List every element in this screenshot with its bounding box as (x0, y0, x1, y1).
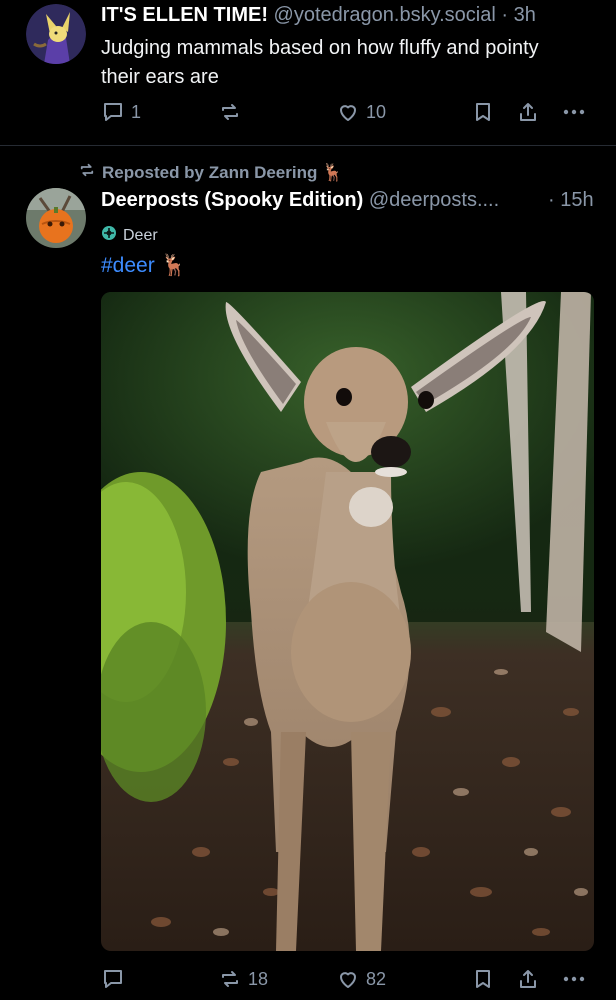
more-button[interactable] (561, 967, 587, 991)
share-icon (516, 100, 540, 124)
deer-photo (101, 292, 594, 951)
reply-button[interactable] (101, 967, 131, 991)
like-button[interactable]: 82 (336, 967, 386, 991)
reply-count: 1 (131, 101, 142, 122)
reply-icon (101, 100, 125, 124)
share-button[interactable] (516, 100, 540, 124)
post-text: #deer 🦌 (101, 254, 187, 278)
bookmark-button[interactable] (471, 967, 495, 991)
like-count: 10 (366, 101, 387, 122)
label-icon (101, 225, 117, 246)
repost-button[interactable] (218, 100, 248, 124)
post-actions: 18 82 (101, 967, 591, 997)
repost-icon (218, 967, 242, 991)
hashtag-link[interactable]: #deer (101, 254, 155, 277)
post-2[interactable]: Reposted by Zann Deering 🦌 Deerposts (Sp… (0, 146, 616, 1000)
handle[interactable]: @deerposts.... (369, 189, 499, 211)
like-button[interactable]: 10 (336, 100, 386, 124)
post-image[interactable] (101, 292, 594, 951)
post-text: Judging mammals based on how fluffy and … (101, 37, 539, 88)
reply-icon (101, 967, 125, 991)
repost-context[interactable]: Reposted by Zann Deering 🦌 (78, 161, 343, 184)
reposted-by-text: Reposted by Zann Deering 🦌 (102, 162, 344, 182)
like-icon (336, 967, 360, 991)
reply-button[interactable]: 1 (101, 100, 141, 124)
like-count: 82 (366, 968, 387, 989)
repost-icon (78, 161, 96, 184)
bookmark-icon (471, 100, 495, 124)
bookmark-icon (471, 967, 495, 991)
repost-icon (218, 100, 242, 124)
timestamp-wrap: · 15h (548, 189, 594, 212)
label-text: Deer (123, 226, 158, 244)
share-button[interactable] (516, 967, 540, 991)
post-header: IT'S ELLEN TIME! @yotedragon.bsky.social… (101, 4, 536, 27)
post-actions: 1 10 (101, 100, 591, 130)
repost-count: 18 (248, 968, 269, 989)
bookmark-button[interactable] (471, 100, 495, 124)
post-header: Deerposts (Spooky Edition) @deerposts...… (101, 189, 499, 212)
more-icon (561, 967, 587, 991)
timestamp[interactable]: · 15h (548, 189, 594, 211)
like-icon (336, 100, 360, 124)
share-icon (516, 967, 540, 991)
content-label[interactable]: Deer (101, 225, 158, 246)
repost-button[interactable]: 18 (218, 967, 268, 991)
display-name[interactable]: Deerposts (Spooky Edition) (101, 189, 363, 211)
more-button[interactable] (561, 100, 587, 124)
more-icon (561, 100, 587, 124)
avatar[interactable] (26, 4, 86, 64)
avatar[interactable] (26, 188, 86, 248)
timestamp[interactable]: · 3h (501, 4, 535, 26)
post-1[interactable]: IT'S ELLEN TIME! @yotedragon.bsky.social… (0, 0, 616, 145)
display-name[interactable]: IT'S ELLEN TIME! (101, 4, 268, 26)
handle[interactable]: @yotedragon.bsky.social (274, 4, 496, 26)
deer-emoji: 🦌 (160, 254, 187, 277)
